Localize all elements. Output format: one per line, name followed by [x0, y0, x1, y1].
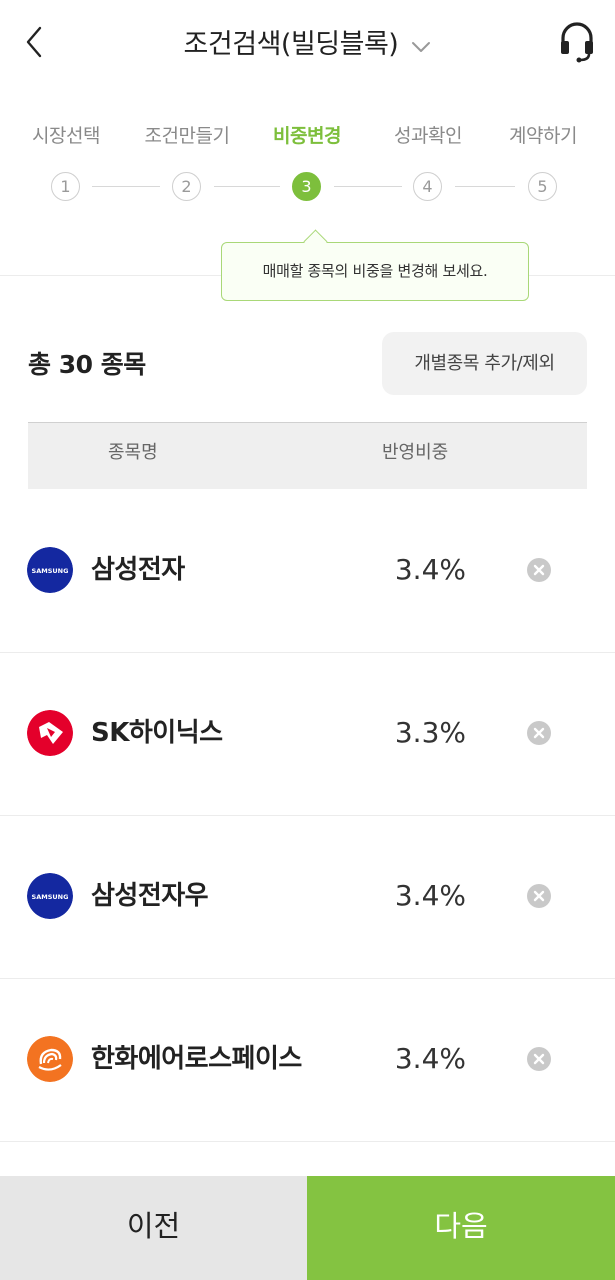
column-header-weight: 반영비중 [382, 442, 449, 463]
sk-hynix-logo [27, 710, 73, 756]
stock-name: 삼성전자우 [91, 881, 209, 911]
table-row: 한화에어로스페이스 3.4% [0, 978, 615, 1142]
table-row: SK하이닉스 3.3% [0, 652, 615, 816]
progress-steps: 시장선택 1 조건만들기 2 비중변경 3 성과확인 4 계약하기 5 [0, 118, 615, 208]
step-contract: 계약하기 5 [483, 118, 603, 201]
chevron-down-icon [412, 41, 431, 52]
step-number: 4 [413, 172, 442, 201]
page-title: 조건검색(빌딩블록) [183, 29, 399, 60]
step-check-performance: 성과확인 4 [368, 118, 488, 201]
step-number: 3 [292, 172, 321, 201]
remove-stock-button[interactable] [527, 884, 551, 908]
step-market-select: 시장선택 1 [6, 118, 126, 201]
remove-stock-button[interactable] [527, 1047, 551, 1071]
app-header: 조건검색(빌딩블록) [0, 0, 615, 84]
column-header-name: 종목명 [108, 442, 158, 463]
close-icon [533, 890, 545, 902]
remove-stock-button[interactable] [527, 721, 551, 745]
remove-stock-button[interactable] [527, 558, 551, 582]
step-number: 1 [51, 172, 80, 201]
stock-weight[interactable]: 3.3% [340, 710, 466, 756]
stock-weight[interactable]: 3.4% [340, 547, 466, 593]
prev-button[interactable]: 이전 [0, 1176, 307, 1280]
table-row: SAMSUNG 삼성전자 3.4% [0, 489, 615, 653]
stock-name: 한화에어로스페이스 [91, 1044, 302, 1074]
close-icon [533, 727, 545, 739]
close-icon [533, 1053, 545, 1065]
guide-tooltip: 매매할 종목의 비중을 변경해 보세요. [221, 242, 529, 301]
total-stock-count: 총 30 종목 [28, 350, 146, 379]
stock-weight[interactable]: 3.4% [340, 1036, 466, 1082]
stock-weight[interactable]: 3.4% [340, 873, 466, 919]
stock-name: 삼성전자 [91, 555, 185, 585]
headset-icon [561, 22, 593, 63]
table-row: SAMSUNG 삼성전자우 3.4% [0, 815, 615, 979]
stock-name: SK하이닉스 [91, 718, 223, 748]
step-number: 2 [172, 172, 201, 201]
title-dropdown[interactable]: 조건검색(빌딩블록) [0, 22, 615, 61]
step-label: 계약하기 [509, 125, 577, 147]
step-label: 시장선택 [32, 125, 100, 147]
svg-text:SAMSUNG: SAMSUNG [32, 893, 69, 901]
svg-text:SAMSUNG: SAMSUNG [32, 567, 69, 575]
step-label: 비중변경 [273, 125, 341, 147]
table-header: 종목명 반영비중 [28, 422, 587, 489]
samsung-logo: SAMSUNG [27, 547, 73, 593]
step-label: 성과확인 [394, 125, 462, 147]
step-make-condition: 조건만들기 2 [127, 118, 247, 201]
hanwha-logo [27, 1036, 73, 1082]
customer-support-button[interactable] [558, 20, 596, 64]
step-change-weight: 비중변경 3 [247, 118, 367, 201]
step-number: 5 [528, 172, 557, 201]
step-label: 조건만들기 [144, 125, 230, 147]
add-remove-stock-button[interactable]: 개별종목 추가/제외 [382, 332, 587, 395]
samsung-logo: SAMSUNG [27, 873, 73, 919]
next-button[interactable]: 다음 [307, 1176, 615, 1280]
close-icon [533, 564, 545, 576]
